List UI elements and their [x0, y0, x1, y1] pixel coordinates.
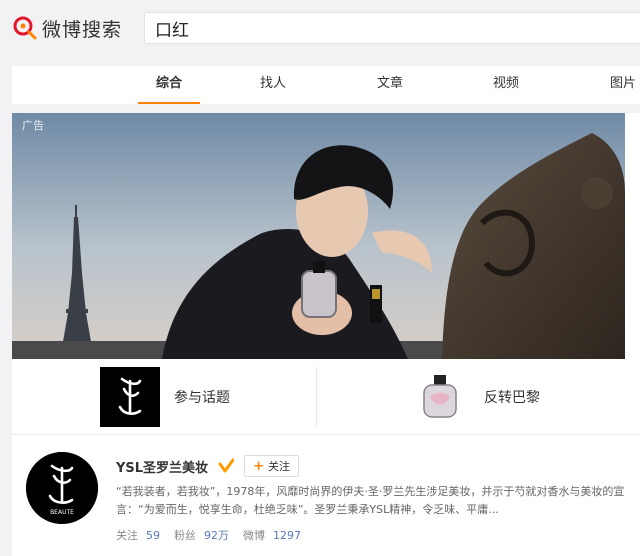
search-input[interactable]: [155, 16, 615, 40]
plus-icon: +: [253, 458, 264, 474]
divider: [316, 367, 317, 427]
svg-text:BEAUTE: BEAUTE: [50, 509, 74, 516]
brand-description: “若我装者，若我妆”，1978年，风靡时尚界的伊夫·圣·罗兰先生涉足美妆，并示于…: [116, 485, 625, 516]
topic-link[interactable]: 参与话题: [100, 367, 230, 427]
verified-icon: [218, 458, 235, 473]
follow-button[interactable]: + 关注: [244, 455, 299, 477]
stats-row: 关注 59 粉丝 92万 微博 1297: [116, 526, 315, 544]
reverse-paris-link[interactable]: 反转巴黎: [410, 367, 540, 427]
perfume-bottle-icon: [410, 367, 470, 427]
header: 微博搜索: [0, 0, 640, 56]
search-box[interactable]: [144, 12, 640, 44]
sub-links-row: 参与话题 反转巴黎: [12, 359, 640, 435]
tab-people[interactable]: 找人: [238, 66, 308, 104]
brand-name[interactable]: YSL圣罗兰美妆: [116, 457, 208, 476]
stat-followers[interactable]: 粉丝 92万: [174, 527, 229, 543]
ad-card: 广告 参与话题 反转巴黎 BEAUTE YSL圣罗兰美妆 + 关注 “若我装者，…: [12, 113, 640, 556]
tab-images[interactable]: 图片: [588, 66, 640, 104]
ad-banner-image[interactable]: 广告: [12, 113, 625, 359]
search-tabs: 综合 找人 文章 视频 图片: [12, 66, 640, 104]
tab-comprehensive[interactable]: 综合: [134, 66, 204, 104]
brand-profile: BEAUTE YSL圣罗兰美妆 + 关注 “若我装者，若我妆”，1978年，风靡…: [12, 435, 640, 556]
name-row: YSL圣罗兰美妆 + 关注: [116, 455, 299, 477]
reverse-paris-label: 反转巴黎: [484, 390, 540, 406]
topic-label: 参与话题: [174, 390, 230, 406]
search-logo-icon: [13, 16, 37, 40]
stat-posts[interactable]: 微博 1297: [243, 527, 301, 543]
ysl-logo-icon: [100, 367, 160, 427]
tab-articles[interactable]: 文章: [355, 66, 425, 104]
banner-illustration: [12, 113, 625, 359]
ad-label: 广告: [22, 119, 44, 132]
ysl-avatar-logo: BEAUTE: [26, 452, 98, 524]
stat-following[interactable]: 关注 59: [116, 527, 160, 543]
logo-text: 微博搜索: [42, 18, 123, 41]
avatar[interactable]: BEAUTE: [26, 452, 98, 524]
follow-label: 关注: [267, 460, 290, 473]
weibo-search-logo[interactable]: 微博搜索: [12, 14, 122, 42]
tab-videos[interactable]: 视频: [471, 66, 541, 104]
